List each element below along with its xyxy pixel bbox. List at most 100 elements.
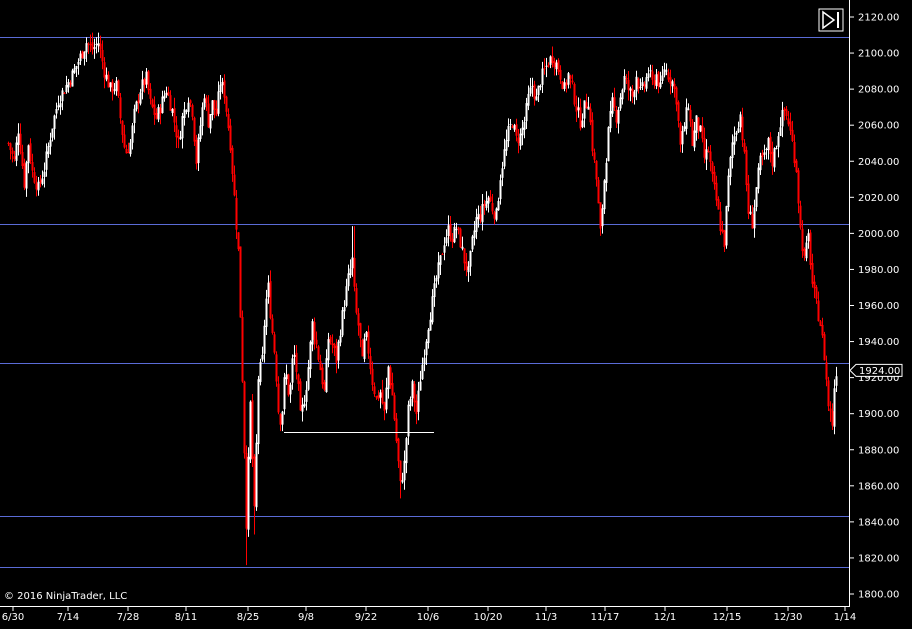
price-bar-body [795, 160, 798, 172]
price-bar-body [315, 339, 318, 345]
price-bar-body [395, 418, 398, 442]
price-bar-body [251, 400, 254, 459]
price-bar-body [627, 79, 630, 90]
price-bar-body [553, 61, 556, 68]
price-bar-body [791, 129, 794, 142]
price-bar-body [765, 148, 768, 150]
price-bar-body [601, 208, 604, 227]
price-bar-body [693, 130, 696, 148]
price-bar-body [689, 109, 692, 122]
price-bar-body [237, 232, 240, 250]
price-bar-body [405, 438, 408, 464]
price-bar-body [383, 402, 386, 411]
price-bar-body [697, 117, 700, 131]
price-bar-body [761, 153, 764, 157]
price-bar-body [97, 43, 100, 47]
price-bar-body [591, 119, 594, 152]
y-tick-label: 1820.00 [858, 553, 899, 564]
price-bar-body [659, 82, 662, 88]
price-bar-body [259, 362, 262, 382]
price-bar-body [741, 116, 744, 141]
price-bar-body [139, 92, 142, 104]
price-bar-body [285, 374, 288, 380]
price-bar-body [653, 80, 656, 85]
price-bar-body [265, 298, 268, 327]
price-bar-body [291, 358, 294, 383]
price-bar-body [719, 211, 722, 232]
price-bar-body [153, 104, 156, 115]
chart-background [0, 0, 912, 629]
price-bar-body [747, 183, 750, 214]
y-tick-label: 2080.00 [858, 85, 899, 96]
price-bar-body [205, 97, 208, 104]
price-bar-body [573, 83, 576, 105]
price-bar-body [509, 124, 512, 126]
price-bar-body [505, 140, 508, 151]
price-bar-body [319, 361, 322, 371]
price-bar-body [129, 142, 132, 155]
price-bar-body [685, 107, 688, 129]
price-bar-body [823, 334, 826, 361]
price-bar-body [497, 201, 500, 211]
price-bar-body [555, 62, 558, 70]
price-bar-body [427, 329, 430, 344]
price-bar-body [241, 317, 244, 382]
price-bar-body [593, 152, 596, 160]
x-tick-label: 7/14 [57, 612, 79, 623]
price-bar-body [373, 386, 376, 395]
price-bar-body [677, 102, 680, 121]
price-bar-body [377, 395, 380, 399]
price-bar-body [257, 379, 260, 445]
price-bar-body [781, 110, 784, 127]
price-bar-body [827, 380, 830, 407]
price-bar-body [805, 242, 808, 259]
price-bar-body [707, 150, 710, 152]
price-bar-body [159, 107, 162, 114]
price-bar-body [211, 100, 214, 116]
x-tick-label: 10/20 [474, 612, 503, 623]
price-bar-body [577, 107, 580, 111]
price-bar-body [175, 125, 178, 138]
price-bar-body [629, 88, 632, 91]
price-bar-body [95, 43, 98, 45]
price-bar-body [599, 202, 602, 229]
price-bar-body [835, 376, 838, 386]
price-bar-body [815, 287, 818, 299]
price-bar-body [457, 227, 460, 230]
x-tick-label: 10/6 [417, 612, 439, 623]
price-bar-body [443, 245, 446, 253]
price-bar-body [103, 62, 106, 78]
price-bar-body [169, 95, 172, 111]
price-bar-body [397, 438, 400, 462]
price-bar-body [53, 115, 56, 129]
x-tick-label: 9/22 [355, 612, 377, 623]
price-bar-body [743, 142, 746, 152]
price-bar-body [797, 170, 800, 204]
price-bar-body [431, 296, 434, 323]
price-bar-body [749, 211, 752, 214]
price-bar-body [353, 257, 356, 287]
price-bar-body [567, 73, 570, 85]
price-bar-body [429, 319, 432, 331]
price-bar-body [757, 167, 760, 189]
price-bar-body [477, 213, 480, 220]
price-chart: 1800.00 1820.00 1840.00 1860.00 1880.00 1900.… [0, 0, 912, 629]
price-bar-body [735, 132, 738, 135]
price-bar-body [55, 108, 58, 114]
price-bar-body [99, 43, 102, 50]
price-bar-body [809, 232, 812, 265]
price-bar-body [327, 339, 330, 361]
price-bar-body [723, 230, 726, 247]
price-bar-body [623, 75, 626, 90]
price-bar-body [303, 403, 306, 407]
price-bar-body [633, 91, 636, 98]
price-bar-body [65, 84, 68, 93]
price-bar-body [571, 80, 574, 83]
price-bar-body [691, 121, 694, 146]
price-bar-body [657, 72, 660, 87]
price-bar-body [537, 85, 540, 96]
price-bar-body [213, 100, 216, 110]
price-bar-body [215, 108, 218, 116]
price-bar-body [651, 71, 654, 80]
scroll-to-end-button[interactable] [818, 8, 844, 32]
